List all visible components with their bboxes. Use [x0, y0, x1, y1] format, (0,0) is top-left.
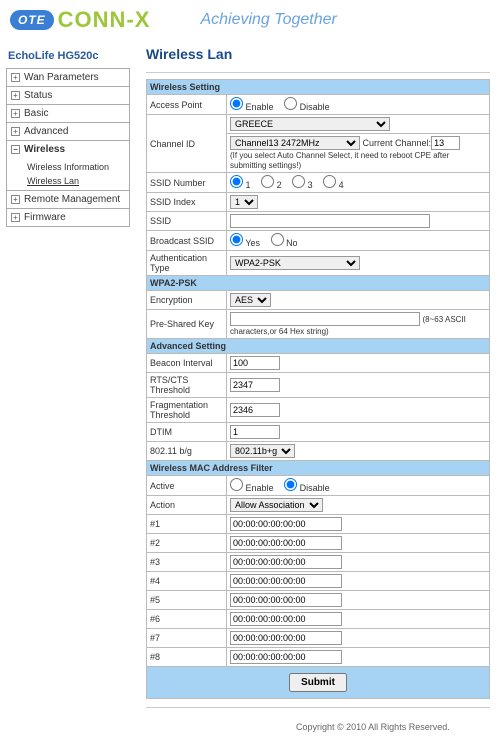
subnav-wireless-info[interactable]: Wireless Information: [27, 160, 129, 174]
radio-broadcast-no[interactable]: [271, 233, 284, 246]
label-mac4: #4: [147, 572, 227, 591]
input-dtim[interactable]: [230, 425, 280, 439]
header: OTE CONN-X Achieving Together: [0, 0, 500, 40]
label-mac1: #1: [147, 515, 227, 534]
input-beacon[interactable]: [230, 356, 280, 370]
label-bg: 802.11 b/g: [147, 442, 227, 461]
plus-icon: +: [11, 109, 20, 118]
radio-ssidnum-3[interactable]: [292, 175, 305, 188]
radio-mac-disable[interactable]: [284, 478, 297, 491]
label-access-point: Access Point: [147, 95, 227, 115]
label-mac-active: Active: [147, 476, 227, 496]
submit-button[interactable]: Submit: [289, 673, 347, 692]
logo-ote: OTE: [10, 10, 54, 30]
label-ssid-number: SSID Number: [147, 173, 227, 193]
radio-ssidnum-4[interactable]: [323, 175, 336, 188]
label-ssid-index: SSID Index: [147, 193, 227, 212]
label-encryption: Encryption: [147, 291, 227, 310]
device-name: EchoLife HG520c: [6, 46, 130, 68]
nav: +Wan Parameters +Status +Basic +Advanced…: [6, 68, 130, 227]
input-mac4[interactable]: [230, 574, 342, 588]
input-current-channel[interactable]: [431, 136, 460, 150]
label-ssid: SSID: [147, 212, 227, 231]
label-mac7: #7: [147, 629, 227, 648]
minus-icon: −: [11, 145, 20, 154]
settings-table: Wireless Setting Access Point Enable Dis…: [146, 79, 490, 699]
label-auth-type: Authentication Type: [147, 251, 227, 276]
label-broadcast-ssid: Broadcast SSID: [147, 231, 227, 251]
plus-icon: +: [11, 91, 20, 100]
radio-ap-enable-label[interactable]: Enable: [230, 102, 274, 112]
label-mac8: #8: [147, 648, 227, 667]
label-psk: Pre-Shared Key: [147, 310, 227, 339]
nav-basic[interactable]: +Basic: [7, 104, 129, 122]
input-ssid[interactable]: [230, 214, 430, 228]
plus-icon: +: [11, 195, 20, 204]
select-mac-action[interactable]: Allow Association: [230, 498, 323, 512]
radio-ssidnum-2[interactable]: [261, 175, 274, 188]
nav-wireless[interactable]: −Wireless: [7, 140, 129, 158]
label-mac6: #6: [147, 610, 227, 629]
plus-icon: +: [11, 73, 20, 82]
nav-advanced[interactable]: +Advanced: [7, 122, 129, 140]
input-mac5[interactable]: [230, 593, 342, 607]
radio-ssidnum-1[interactable]: [230, 175, 243, 188]
label-beacon: Beacon Interval: [147, 354, 227, 373]
select-ssid-index[interactable]: 1: [230, 195, 258, 209]
input-rts[interactable]: [230, 378, 280, 392]
logo-connx: CONN-X: [58, 7, 151, 33]
input-mac7[interactable]: [230, 631, 342, 645]
label-rts: RTS/CTS Threshold: [147, 373, 227, 398]
label-frag: Fragmentation Threshold: [147, 398, 227, 423]
plus-icon: +: [11, 213, 20, 222]
label-mac5: #5: [147, 591, 227, 610]
logo: OTE CONN-X: [10, 7, 150, 33]
label-mac3: #3: [147, 553, 227, 572]
radio-ap-disable[interactable]: [284, 97, 297, 110]
page-title: Wireless Lan: [146, 46, 490, 62]
section-wpa2psk: WPA2-PSK: [147, 276, 490, 291]
plus-icon: +: [11, 127, 20, 136]
label-mac-action: Action: [147, 496, 227, 515]
input-mac3[interactable]: [230, 555, 342, 569]
select-country[interactable]: GREECE: [230, 117, 390, 131]
label-dtim: DTIM: [147, 423, 227, 442]
label-current-channel: Current Channel:: [363, 138, 432, 148]
footer: Copyright © 2010 All Rights Reserved.: [146, 712, 490, 742]
nav-firmware[interactable]: +Firmware: [7, 208, 129, 226]
input-frag[interactable]: [230, 403, 280, 417]
sidebar: EchoLife HG520c +Wan Parameters +Status …: [6, 46, 130, 742]
main: Wireless Lan Wireless Setting Access Poi…: [130, 40, 500, 742]
select-auth-type[interactable]: WPA2-PSK: [230, 256, 360, 270]
subnav-wireless: Wireless Information Wireless Lan: [7, 158, 129, 190]
radio-ap-disable-label[interactable]: Disable: [284, 102, 330, 112]
label-mac2: #2: [147, 534, 227, 553]
input-mac2[interactable]: [230, 536, 342, 550]
section-wireless-setting: Wireless Setting: [147, 80, 490, 95]
subnav-wireless-lan[interactable]: Wireless Lan: [27, 174, 129, 188]
hint-channel: (If you select Auto Channel Select, it n…: [230, 151, 449, 170]
radio-mac-enable[interactable]: [230, 478, 243, 491]
input-mac1[interactable]: [230, 517, 342, 531]
nav-remote[interactable]: +Remote Management: [7, 190, 129, 208]
radio-ap-enable[interactable]: [230, 97, 243, 110]
nav-status[interactable]: +Status: [7, 86, 129, 104]
radio-broadcast-yes[interactable]: [230, 233, 243, 246]
select-encryption[interactable]: AES: [230, 293, 271, 307]
input-mac6[interactable]: [230, 612, 342, 626]
input-psk[interactable]: [230, 312, 420, 326]
tagline: Achieving Together: [200, 11, 336, 29]
input-mac8[interactable]: [230, 650, 342, 664]
select-channel[interactable]: Channel13 2472MHz: [230, 136, 360, 150]
label-channel-id: Channel ID: [147, 115, 227, 173]
nav-wan[interactable]: +Wan Parameters: [7, 69, 129, 86]
section-mac-filter: Wireless MAC Address Filter: [147, 461, 490, 476]
section-advanced: Advanced Setting: [147, 339, 490, 354]
select-bg[interactable]: 802.11b+g: [230, 444, 295, 458]
